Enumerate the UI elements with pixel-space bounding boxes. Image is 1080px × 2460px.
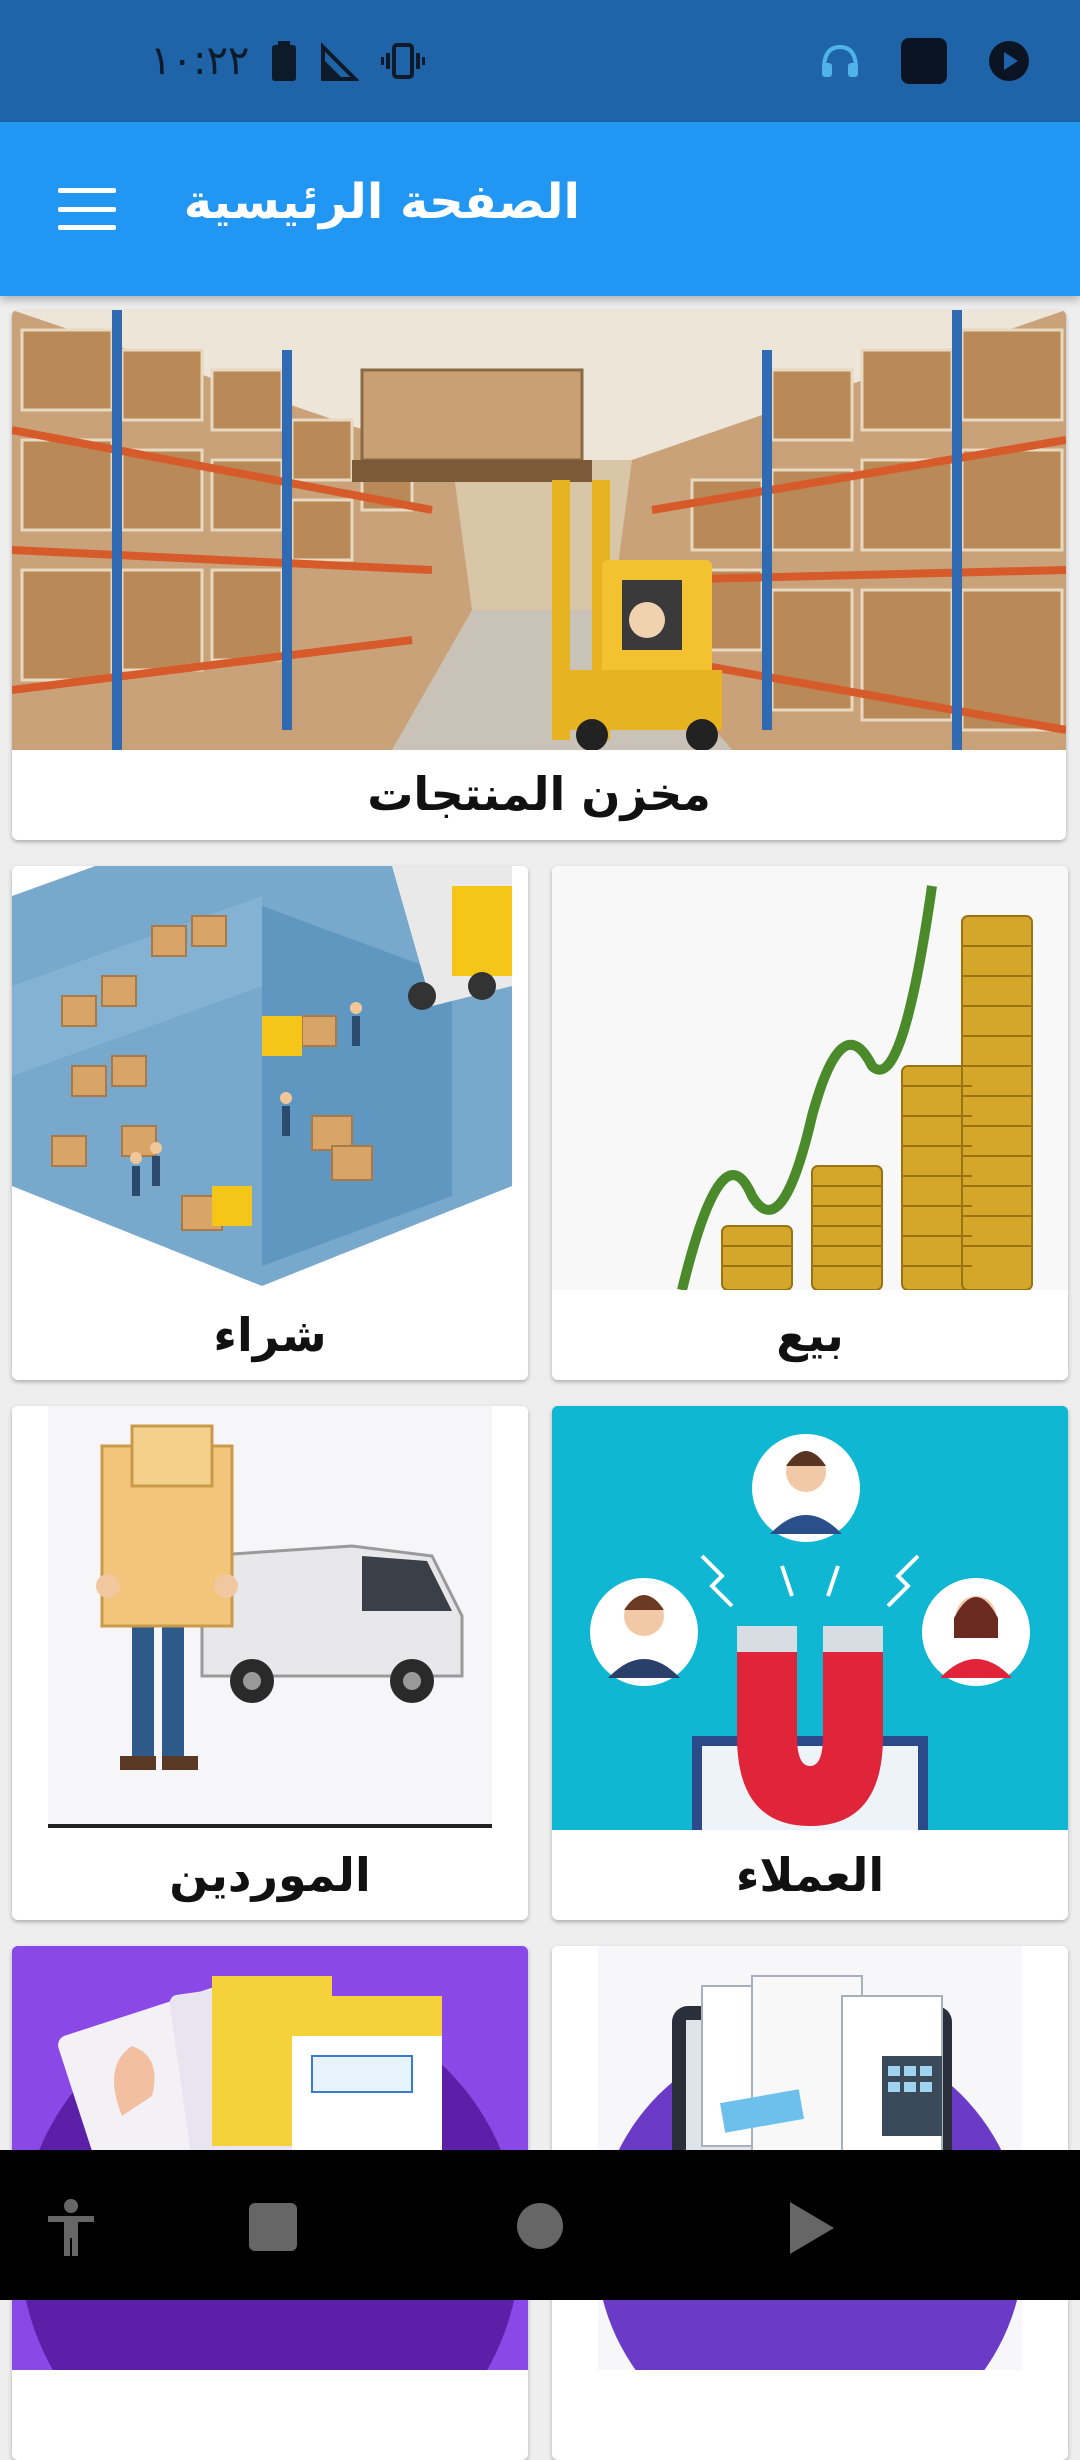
card-buy-label: شراء (213, 1308, 327, 1362)
hamburger-menu-icon[interactable] (54, 184, 120, 234)
customer-magnet-illustration (552, 1406, 1068, 1830)
warehouse-isometric-illustration (12, 866, 528, 1290)
card-invoices-right-label (552, 2370, 1068, 2460)
system-nav-bar (0, 2150, 1080, 2300)
status-time: ١٠:٢٢ (150, 38, 250, 84)
card-suppliers[interactable]: الموردين (12, 1406, 528, 1920)
accessibility-icon[interactable] (44, 2198, 98, 2262)
card-warehouse[interactable]: مخزن المنتجات (12, 310, 1066, 840)
home-circle-icon[interactable] (516, 2202, 564, 2254)
card-invoices-left-label (12, 2370, 528, 2460)
warehouse-forklift-photo (12, 310, 1066, 750)
headset-icon (820, 43, 860, 79)
card-sell[interactable]: بيع (552, 866, 1068, 1380)
card-customers[interactable]: العملاء (552, 1406, 1068, 1920)
recents-square-icon[interactable] (248, 2202, 298, 2256)
coin-stacks-growth-photo (552, 866, 1068, 1290)
back-triangle-icon[interactable] (786, 2200, 836, 2260)
status-bar: ١٠:٢٢ (0, 0, 1080, 122)
battery-icon (271, 41, 297, 81)
card-warehouse-label: مخزن المنتجات (367, 767, 711, 821)
app-bar: الصفحة الرئيسية (0, 122, 1080, 296)
signal-icon (319, 41, 360, 81)
card-buy[interactable]: شراء (12, 866, 528, 1380)
card-sell-label: بيع (776, 1308, 844, 1362)
play-circle-icon (988, 40, 1030, 82)
vibrate-icon (381, 41, 426, 81)
page-title: الصفحة الرئيسية (183, 174, 580, 230)
app-square-icon (900, 37, 948, 85)
status-left-group: ١٠:٢٢ (150, 36, 426, 86)
status-right-group (820, 36, 1030, 86)
card-customers-label: العملاء (735, 1848, 885, 1902)
delivery-man-van-illustration (12, 1406, 528, 1830)
card-suppliers-label: الموردين (169, 1848, 371, 1902)
